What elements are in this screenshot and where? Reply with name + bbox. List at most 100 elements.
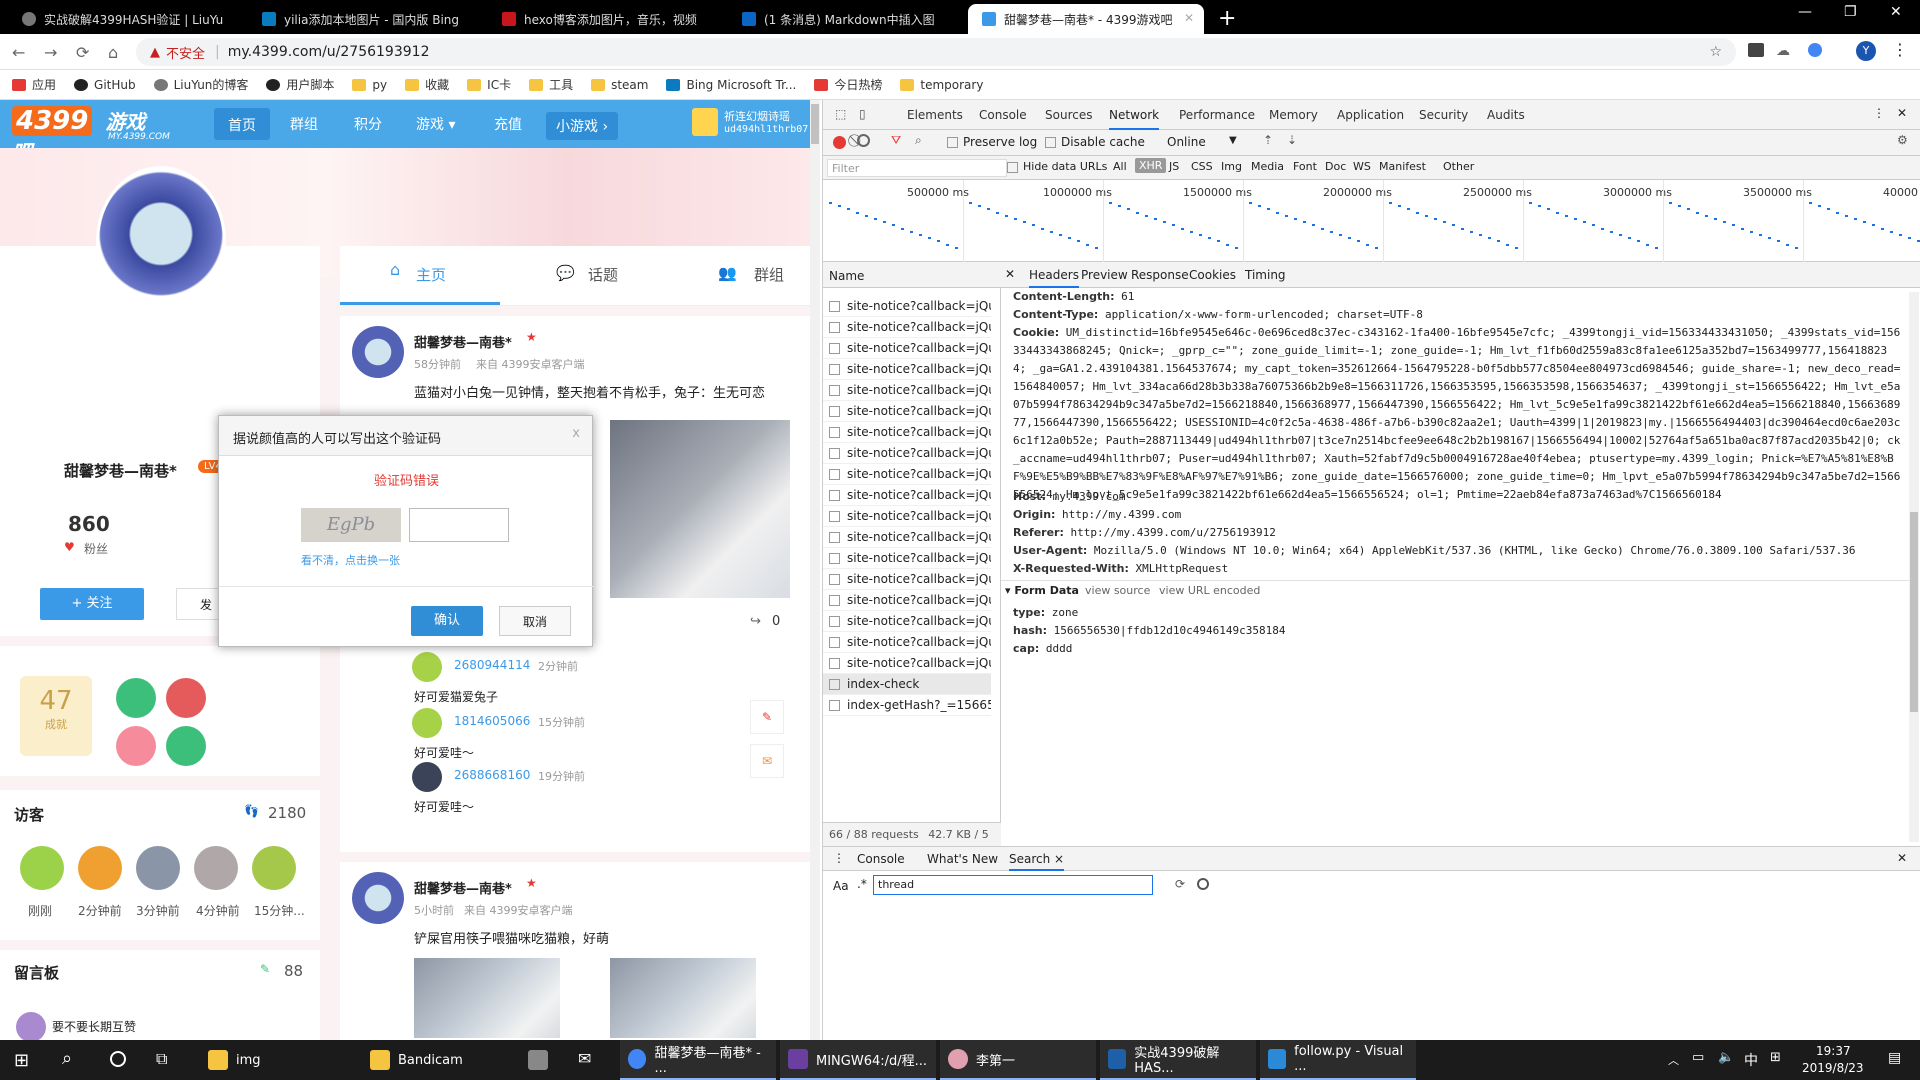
post-photo[interactable]	[414, 958, 560, 1038]
taskbar-item-git[interactable]: MINGW64:/d/程...	[780, 1040, 936, 1080]
disable-cache-checkbox[interactable]	[1045, 137, 1056, 148]
medal-icon[interactable]	[116, 726, 156, 766]
type-font[interactable]: Font	[1293, 160, 1317, 173]
close-window-icon[interactable]: ✕	[1890, 4, 1902, 20]
bookmark-star-icon[interactable]: ☆	[1709, 44, 1722, 60]
taskbar-item-vscode[interactable]: follow.py - Visual ...	[1260, 1040, 1416, 1080]
windows-start-icon[interactable]: ⊞	[14, 1050, 29, 1071]
hide-data-urls-checkbox[interactable]	[1007, 162, 1018, 173]
browser-tab-4[interactable]: (1 条消息) Markdown中插入图	[728, 4, 968, 34]
network-icon[interactable]: ▭	[1692, 1050, 1704, 1065]
type-manifest[interactable]: Manifest	[1379, 160, 1426, 173]
comment-avatar[interactable]	[412, 652, 442, 682]
post-author[interactable]: 甜馨梦巷—南巷*	[414, 878, 512, 897]
comment-avatar[interactable]	[412, 762, 442, 792]
preserve-log-checkbox[interactable]	[947, 137, 958, 148]
comment-user[interactable]: 1814605066	[454, 714, 530, 728]
request-row[interactable]: site-notice?callback=jQue	[823, 569, 991, 590]
drawer-menu-icon[interactable]: ⋮	[833, 851, 845, 865]
tab-sources[interactable]: Sources	[1045, 108, 1092, 122]
bookmark-bing-translator[interactable]: Bing Microsoft Tr...	[666, 78, 796, 92]
import-icon[interactable]: ⇡	[1263, 133, 1273, 147]
tab-console[interactable]: Console	[979, 108, 1027, 122]
mail-icon[interactable]: ✉	[578, 1049, 591, 1068]
type-css[interactable]: CSS	[1191, 160, 1213, 173]
clear-circle-icon[interactable]	[857, 134, 870, 147]
minimize-icon[interactable]: —	[1798, 4, 1812, 20]
comment-user[interactable]: 2680944114	[454, 658, 530, 672]
cortana-icon[interactable]	[110, 1051, 126, 1067]
request-row[interactable]: site-notice?callback=jQue	[823, 296, 991, 317]
close-drawer-icon[interactable]: ✕	[1897, 851, 1907, 865]
request-row[interactable]: site-notice?callback=jQue	[823, 632, 991, 653]
tab-memory[interactable]: Memory	[1269, 108, 1318, 122]
search-icon[interactable]: ⌕	[915, 133, 922, 148]
visitor-avatar[interactable]	[194, 846, 238, 890]
bookmark-folder-py[interactable]: py	[352, 78, 387, 92]
tab-elements[interactable]: Elements	[907, 108, 963, 122]
type-media[interactable]: Media	[1251, 160, 1284, 173]
drawer-tab-whats-new[interactable]: What's New	[927, 852, 998, 866]
visitor-avatar[interactable]	[136, 846, 180, 890]
comment-user[interactable]: 2688668160	[454, 768, 530, 782]
bookmark-github[interactable]: GitHub	[74, 78, 136, 92]
nav-home[interactable]: 首页	[214, 108, 270, 140]
nav-points[interactable]: 积分	[354, 114, 382, 134]
post-author-avatar[interactable]	[352, 326, 404, 378]
type-js[interactable]: JS	[1169, 160, 1179, 173]
bookmark-folder-favs[interactable]: 收藏	[405, 76, 449, 93]
store-icon[interactable]	[528, 1050, 548, 1070]
refresh-search-icon[interactable]: ⟳	[1175, 877, 1185, 891]
drawer-tab-search[interactable]: Search ×	[1009, 852, 1065, 871]
taskbar-item-chat[interactable]: 李第一	[940, 1040, 1096, 1080]
cloud-extension-icon[interactable]: ☁	[1776, 43, 1790, 59]
post-author-avatar[interactable]	[352, 872, 404, 924]
filter-icon[interactable]: ⛛	[891, 133, 901, 148]
home-icon[interactable]: ⌂	[108, 43, 118, 62]
name-column-header[interactable]: Name	[823, 262, 1001, 288]
close-devtools-icon[interactable]: ✕	[1897, 106, 1907, 120]
chrome-extension-icon[interactable]	[1808, 43, 1822, 57]
tab-application[interactable]: Application	[1337, 108, 1404, 122]
inspect-element-icon[interactable]: ⬚	[835, 107, 846, 121]
taskbar-item[interactable]: img	[200, 1040, 350, 1080]
request-row[interactable]: site-notice?callback=jQue	[823, 317, 991, 338]
visitor-avatar[interactable]	[252, 846, 296, 890]
close-icon[interactable]: x	[572, 426, 580, 441]
request-row[interactable]: site-notice?callback=jQue	[823, 590, 991, 611]
record-icon[interactable]	[833, 136, 846, 149]
guestbook-avatar[interactable]	[16, 1012, 46, 1040]
settings-gear-icon[interactable]: ⚙	[1897, 133, 1908, 147]
bookmark-userscripts[interactable]: 用户脚本	[266, 76, 334, 93]
nav-recharge[interactable]: 充值	[494, 114, 522, 134]
bookmark-apps[interactable]: 应用	[12, 76, 56, 93]
close-tab-icon[interactable]: ✕	[1184, 11, 1194, 25]
browser-tab-active[interactable]: 甜馨梦巷—南巷* - 4399游戏吧 ✕	[968, 4, 1204, 34]
tab-security[interactable]: Security	[1419, 108, 1468, 122]
request-row[interactable]: site-notice?callback=jQue	[823, 548, 991, 569]
type-doc[interactable]: Doc	[1325, 160, 1346, 173]
tray-chevron-up-icon[interactable]: ︿	[1668, 1052, 1679, 1068]
taskbar-item-typora[interactable]: 实战4399破解HAS...	[1100, 1040, 1256, 1080]
browser-tab-1[interactable]: 实战破解4399HASH验证 | LiuYu	[8, 4, 248, 34]
detail-scrollbar[interactable]	[1909, 292, 1919, 842]
reload-icon[interactable]: ⟳	[76, 43, 89, 62]
clock-date[interactable]: 2019/8/23	[1802, 1061, 1864, 1075]
share-icon[interactable]: ↪	[750, 614, 761, 629]
address-bar[interactable]: ▲ 不安全 | my.4399.com/u/2756193912 ☆	[136, 38, 1736, 66]
search-icon[interactable]: ⌕	[62, 1048, 72, 1069]
throttle-select[interactable]: Online	[1167, 135, 1206, 149]
drawer-tab-console[interactable]: Console	[857, 852, 905, 866]
back-icon[interactable]: ←	[12, 43, 25, 62]
nav-mini-games[interactable]: 小游戏 ›	[546, 112, 619, 140]
top-user-name[interactable]: 祈连幻烟诗瑶	[724, 108, 790, 124]
match-case-toggle[interactable]: Aa	[833, 879, 849, 893]
request-row[interactable]: site-notice?callback=jQue	[823, 422, 991, 443]
request-row[interactable]: site-notice?callback=jQue	[823, 653, 991, 674]
page-scrollbar[interactable]	[810, 100, 820, 1040]
tab-headers[interactable]: Headers	[1029, 268, 1079, 288]
bookmark-folder-steam[interactable]: steam	[591, 78, 648, 92]
bookmark-folder-ic[interactable]: IC卡	[467, 76, 511, 93]
form-data-title[interactable]: ▾ Form Data	[1005, 584, 1079, 597]
bookmark-blog[interactable]: LiuYun的博客	[153, 76, 248, 93]
